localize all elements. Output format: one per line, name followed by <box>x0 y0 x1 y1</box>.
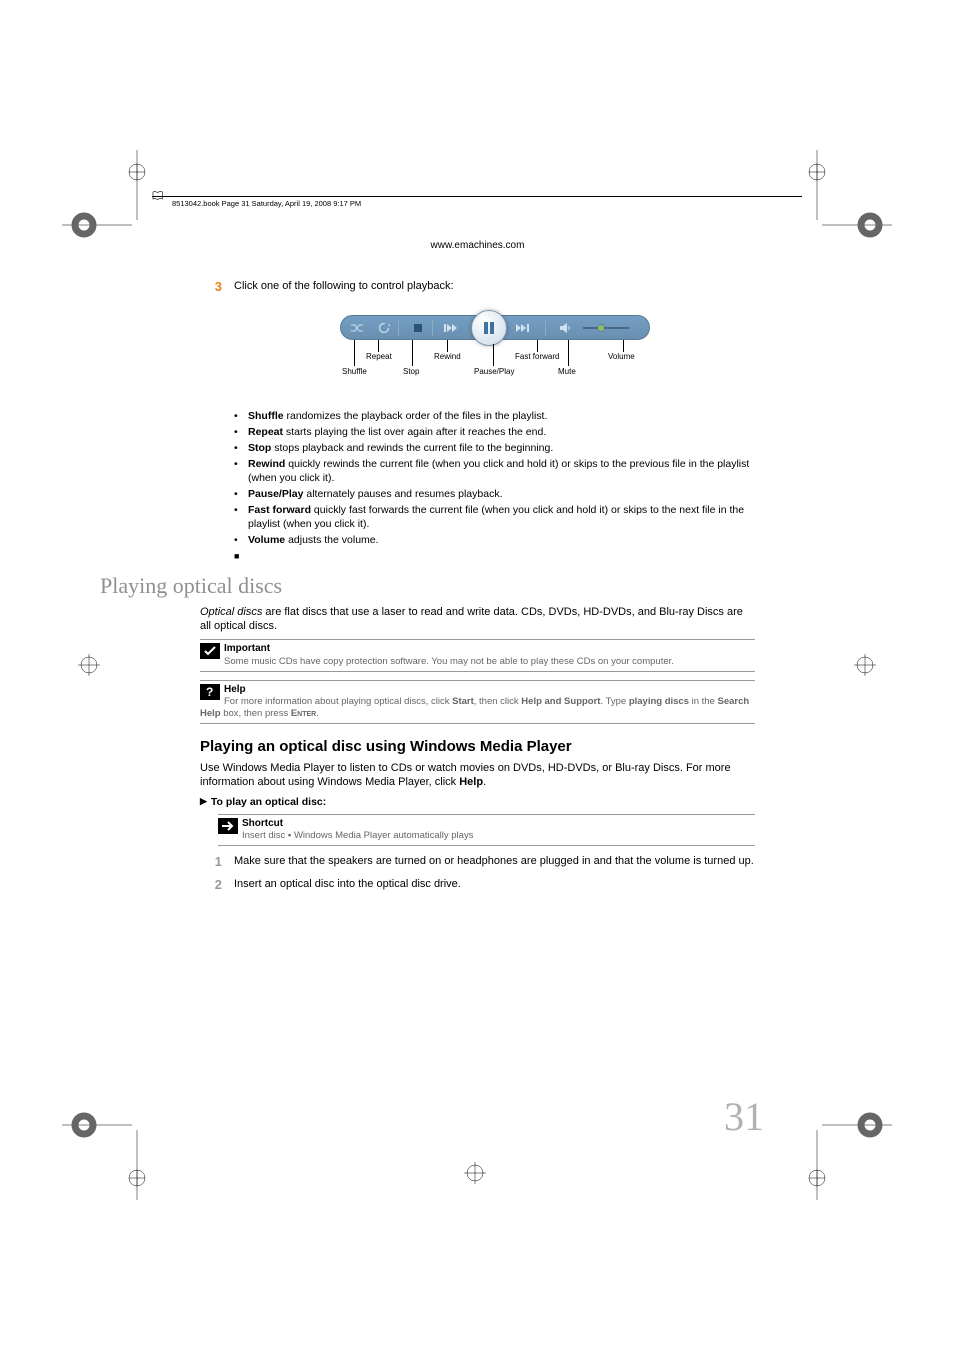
step-number: 1 <box>200 854 234 869</box>
reg-mark <box>797 1105 892 1200</box>
playback-bullet-list: •Shuffle randomizes the playback order o… <box>200 410 755 548</box>
procedure-title: ▶To play an optical disc: <box>200 796 755 808</box>
subsection-title: Playing an optical disc using Windows Me… <box>200 738 755 755</box>
arrow-icon <box>218 818 238 834</box>
question-icon: ? <box>200 684 220 700</box>
step-number: 2 <box>200 877 234 892</box>
volume-slider-icon <box>581 319 636 337</box>
step-text: Insert an optical disc into the optical … <box>234 877 755 892</box>
step-number-3: 3 <box>200 279 234 294</box>
player-label-stop: Stop <box>403 367 419 376</box>
stop-button-icon <box>407 319 429 337</box>
player-label-rewind: Rewind <box>434 352 461 361</box>
player-label-mute: Mute <box>558 367 576 376</box>
end-bullet: ■ <box>234 551 755 561</box>
step-text-3: Click one of the following to control pl… <box>234 279 755 294</box>
reg-mark <box>74 650 104 680</box>
check-icon <box>200 643 220 659</box>
header-url: www.emachines.com <box>200 240 755 251</box>
media-player-figure: Repeat Rewind Fast forward Volume Shuffl… <box>340 302 660 392</box>
player-bar <box>340 315 650 340</box>
section-title: Playing optical discs <box>100 573 755 599</box>
bullet-item: •Stop stops playback and rewinds the cur… <box>234 442 755 456</box>
bullet-item: •Fast forward quickly fast forwards the … <box>234 504 755 531</box>
svg-text:?: ? <box>206 685 213 699</box>
page-number: 31 <box>724 1093 764 1140</box>
book-icon <box>152 190 164 202</box>
player-label-shuffle: Shuffle <box>342 367 367 376</box>
reg-mark <box>460 1158 490 1188</box>
rewind-button-icon <box>441 319 471 337</box>
bullet-item: •Repeat starts playing the list over aga… <box>234 426 755 440</box>
bullet-item: •Volume adjusts the volume. <box>234 534 755 548</box>
subsection-para: Use Windows Media Player to listen to CD… <box>200 761 755 790</box>
reg-mark <box>62 150 157 245</box>
reg-mark <box>850 650 880 680</box>
player-label-pauseplay: Pause/Play <box>474 367 514 376</box>
slug-text: 8513042.book Page 31 Saturday, April 19,… <box>172 199 361 208</box>
fast-forward-button-icon <box>512 319 542 337</box>
repeat-button-icon <box>373 319 395 337</box>
slug-line <box>152 196 802 197</box>
bullet-item: •Rewind quickly rewinds the current file… <box>234 458 755 485</box>
player-label-fastforward: Fast forward <box>515 352 559 361</box>
bullet-item: •Shuffle randomizes the playback order o… <box>234 410 755 424</box>
player-label-volume: Volume <box>608 352 635 361</box>
intro-paragraph: Optical discs are flat discs that use a … <box>200 605 755 634</box>
step-row: 2Insert an optical disc into the optical… <box>200 877 755 892</box>
player-label-repeat: Repeat <box>366 352 392 361</box>
step-text: Make sure that the speakers are turned o… <box>234 854 755 869</box>
reg-mark <box>797 150 892 245</box>
pause-play-button-icon <box>471 310 507 346</box>
bullet-item: •Pause/Play alternately pauses and resum… <box>234 488 755 502</box>
important-callout: ImportantSome music CDs have copy protec… <box>200 639 755 671</box>
step-row: 1Make sure that the speakers are turned … <box>200 854 755 869</box>
shortcut-callout: ShortcutInsert disc ▪ Windows Media Play… <box>218 814 755 846</box>
shuffle-button-icon <box>346 319 368 337</box>
help-callout: ? HelpFor more information about playing… <box>200 680 755 724</box>
triangle-icon: ▶ <box>200 796 207 807</box>
reg-mark <box>62 1105 157 1200</box>
mute-button-icon <box>554 319 576 337</box>
